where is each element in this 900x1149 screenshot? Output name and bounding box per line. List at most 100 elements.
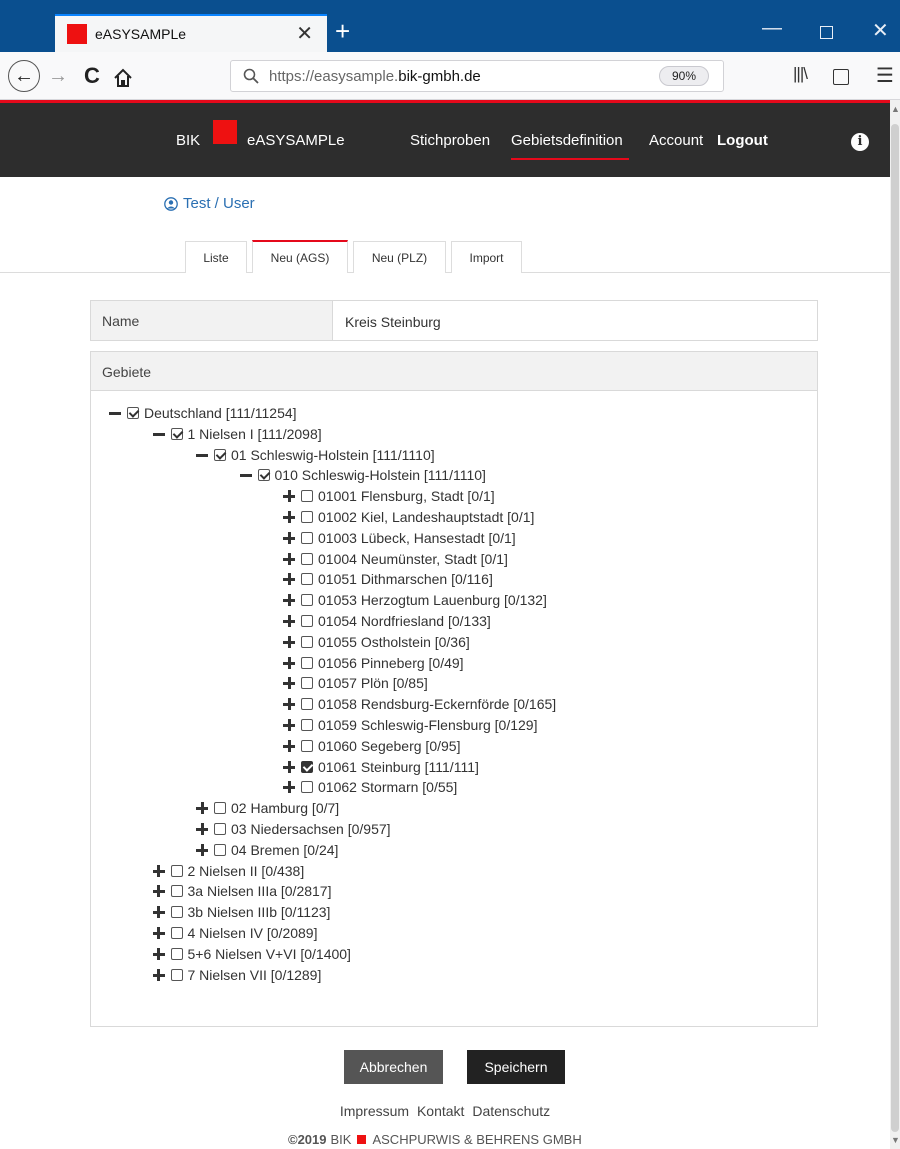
- tree-checkbox[interactable]: [301, 781, 313, 794]
- name-input[interactable]: Kreis Steinburg: [333, 301, 817, 340]
- collapse-icon[interactable]: [109, 407, 121, 419]
- tree-node[interactable]: Deutschland [111/11254]: [109, 403, 297, 423]
- tree-checkbox[interactable]: [170, 947, 183, 960]
- maximize-window-icon[interactable]: [820, 26, 833, 39]
- tree-node[interactable]: 02 Hamburg [0/7]: [196, 798, 339, 818]
- tree-node[interactable]: 01 Schleswig-Holstein [111/1110]: [196, 445, 435, 465]
- new-tab-button[interactable]: +: [335, 18, 350, 44]
- tree-checkbox[interactable]: [301, 615, 313, 627]
- sidebar-toggle-icon[interactable]: [833, 69, 849, 85]
- expand-icon[interactable]: [196, 802, 208, 815]
- expand-icon[interactable]: [152, 947, 165, 960]
- address-bar[interactable]: https://easysample.bik-gmbh.de 90%: [230, 60, 724, 92]
- tree-checkbox[interactable]: [301, 490, 313, 503]
- cancel-button[interactable]: Abbrechen: [344, 1050, 443, 1084]
- tree-node[interactable]: 7 Nielsen VII [0/1289]: [152, 965, 321, 985]
- expand-icon[interactable]: [283, 552, 295, 565]
- collapse-icon[interactable]: [152, 428, 165, 440]
- tree-checkbox[interactable]: [170, 968, 183, 981]
- tree-checkbox[interactable]: [301, 531, 313, 544]
- library-icon[interactable]: |||\: [793, 64, 808, 84]
- hamburger-menu-icon[interactable]: ☰: [876, 63, 894, 88]
- tree-node[interactable]: 01062 Stormarn [0/55]: [283, 777, 457, 797]
- collapse-icon[interactable]: [239, 469, 252, 481]
- tree-checkbox[interactable]: [257, 469, 270, 482]
- footer-kontakt-link[interactable]: Kontakt: [417, 1103, 464, 1119]
- tree-checkbox[interactable]: [301, 698, 313, 711]
- tree-checkbox[interactable]: [214, 823, 226, 835]
- reload-button[interactable]: C: [84, 62, 100, 90]
- tree-checkbox[interactable]: [214, 802, 226, 815]
- info-icon[interactable]: i: [851, 133, 869, 151]
- tab-import[interactable]: Import: [451, 241, 522, 273]
- tree-node[interactable]: 01056 Pinneberg [0/49]: [283, 653, 464, 673]
- nav-logout[interactable]: Logout: [717, 132, 768, 149]
- tree-node[interactable]: 01004 Neumünster, Stadt [0/1]: [283, 549, 508, 569]
- tree-node[interactable]: 01055 Ostholstein [0/36]: [283, 632, 470, 652]
- expand-icon[interactable]: [283, 677, 295, 690]
- page-scrollbar[interactable]: ▲ ▼: [890, 100, 900, 1149]
- tree-node[interactable]: 01001 Flensburg, Stadt [0/1]: [283, 486, 495, 506]
- tree-checkbox[interactable]: [214, 843, 226, 856]
- tree-node[interactable]: 01051 Dithmarschen [0/116]: [283, 569, 493, 589]
- scrollbar-thumb[interactable]: [891, 124, 899, 1132]
- forward-button[interactable]: →: [48, 62, 68, 90]
- tree-checkbox[interactable]: [170, 885, 183, 898]
- expand-icon[interactable]: [283, 781, 295, 794]
- expand-icon[interactable]: [152, 864, 165, 877]
- tab-neu-plz[interactable]: Neu (PLZ): [353, 241, 446, 273]
- tree-node[interactable]: 5+6 Nielsen V+VI [0/1400]: [152, 944, 351, 964]
- back-button[interactable]: ←: [8, 60, 40, 92]
- brand-name[interactable]: eASYSAMPLe: [247, 132, 345, 149]
- expand-icon[interactable]: [152, 927, 165, 939]
- expand-icon[interactable]: [283, 698, 295, 711]
- tree-checkbox[interactable]: [170, 906, 183, 919]
- tree-checkbox[interactable]: [170, 864, 183, 877]
- tree-node[interactable]: 03 Niedersachsen [0/957]: [196, 819, 391, 839]
- close-tab-icon[interactable]: ✕: [296, 24, 313, 44]
- tree-node[interactable]: 3b Nielsen IIIb [0/1123]: [152, 902, 330, 922]
- tree-checkbox[interactable]: [301, 552, 313, 565]
- tree-node[interactable]: 2 Nielsen II [0/438]: [152, 861, 304, 881]
- nav-account[interactable]: Account: [649, 132, 703, 149]
- tree-checkbox[interactable]: [170, 427, 183, 440]
- user-link[interactable]: Test / User: [164, 195, 255, 212]
- scroll-down-icon[interactable]: ▼: [891, 1135, 900, 1145]
- close-window-icon[interactable]: ✕: [872, 21, 889, 41]
- expand-icon[interactable]: [196, 843, 208, 856]
- expand-icon[interactable]: [283, 511, 295, 523]
- tab-neu-ags[interactable]: Neu (AGS): [252, 240, 348, 273]
- nav-gebietsdefinition[interactable]: Gebietsdefinition: [511, 132, 623, 149]
- tree-checkbox[interactable]: [301, 760, 313, 773]
- tree-node[interactable]: 01002 Kiel, Landeshauptstadt [0/1]: [283, 507, 534, 527]
- minimize-window-icon[interactable]: —: [762, 18, 782, 38]
- expand-icon[interactable]: [283, 635, 295, 648]
- tree-node[interactable]: 01061 Steinburg [111/111]: [283, 757, 479, 777]
- footer-impressum-link[interactable]: Impressum: [340, 1103, 409, 1119]
- tab-liste[interactable]: Liste: [185, 241, 247, 273]
- tree-node[interactable]: 01053 Herzogtum Lauenburg [0/132]: [283, 590, 547, 610]
- zoom-level-badge[interactable]: 90%: [658, 66, 709, 86]
- tree-node[interactable]: 1 Nielsen I [111/2098]: [152, 424, 322, 444]
- expand-icon[interactable]: [152, 885, 165, 898]
- expand-icon[interactable]: [283, 615, 295, 627]
- expand-icon[interactable]: [152, 968, 165, 981]
- tree-checkbox[interactable]: [301, 677, 313, 690]
- collapse-icon[interactable]: [196, 449, 208, 461]
- tree-checkbox[interactable]: [170, 927, 183, 939]
- tree-node[interactable]: 01059 Schleswig-Flensburg [0/129]: [283, 715, 537, 735]
- tree-checkbox[interactable]: [301, 573, 313, 586]
- expand-icon[interactable]: [283, 573, 295, 586]
- expand-icon[interactable]: [283, 656, 295, 669]
- tree-node[interactable]: 01003 Lübeck, Hansestadt [0/1]: [283, 528, 516, 548]
- footer-datenschutz-link[interactable]: Datenschutz: [472, 1103, 550, 1119]
- tree-node[interactable]: 01057 Plön [0/85]: [283, 673, 428, 693]
- tree-checkbox[interactable]: [301, 511, 313, 523]
- browser-tab[interactable]: eASYSAMPLe ✕: [55, 14, 327, 52]
- scroll-up-icon[interactable]: ▲: [891, 104, 900, 114]
- expand-icon[interactable]: [283, 531, 295, 544]
- nav-stichproben[interactable]: Stichproben: [410, 132, 490, 149]
- tree-checkbox[interactable]: [301, 739, 313, 752]
- expand-icon[interactable]: [196, 823, 208, 835]
- tree-node[interactable]: 01060 Segeberg [0/95]: [283, 736, 460, 756]
